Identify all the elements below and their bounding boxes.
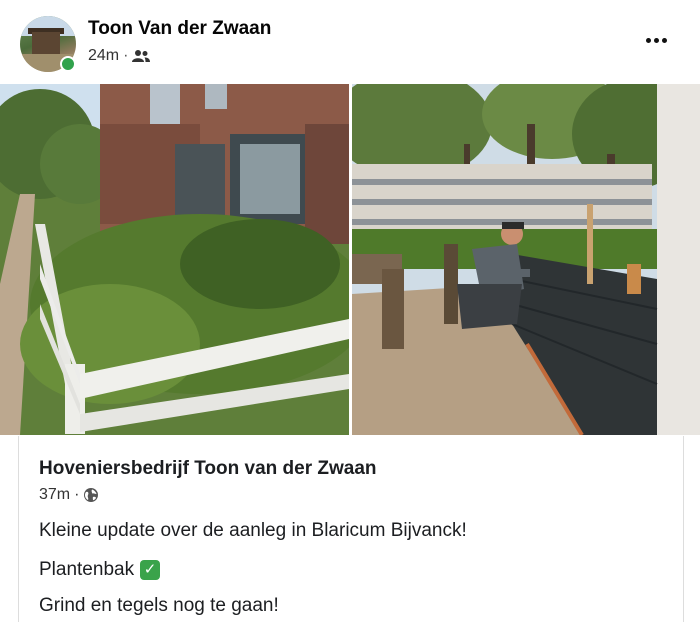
post-meta: 24m · (88, 47, 151, 65)
shared-post-card: Hoveniersbedrijf Toon van der Zwaan 37m … (18, 436, 684, 622)
post-text-line-2: Plantenbak ✓ (39, 559, 161, 581)
meta-separator: · (74, 486, 80, 503)
post-text-plantenbak: Plantenbak (39, 559, 135, 580)
shared-page-name[interactable]: Hoveniersbedrijf Toon van der Zwaan (39, 458, 377, 480)
planter-work-photo[interactable] (352, 84, 700, 435)
globe-icon[interactable] (83, 487, 99, 503)
meta-separator: · (123, 47, 129, 64)
garden-before-photo[interactable] (0, 84, 349, 435)
shared-post-meta: 37m · (39, 486, 99, 504)
post-timestamp[interactable]: 24m (88, 47, 119, 65)
friends-icon[interactable] (132, 49, 151, 63)
post-header: Toon Van der Zwaan 24m · (0, 0, 700, 84)
post-text-line-1: Kleine update over de aanleg in Blaricum… (39, 520, 467, 541)
online-status-indicator (60, 56, 76, 72)
shared-post-timestamp[interactable]: 37m (39, 486, 70, 504)
more-options-icon[interactable] (636, 24, 676, 56)
author-name[interactable]: Toon Van der Zwaan (88, 18, 271, 40)
check-mark-icon: ✓ (140, 560, 161, 580)
post-text-line-3: Grind en tegels nog te gaan! (39, 595, 279, 616)
